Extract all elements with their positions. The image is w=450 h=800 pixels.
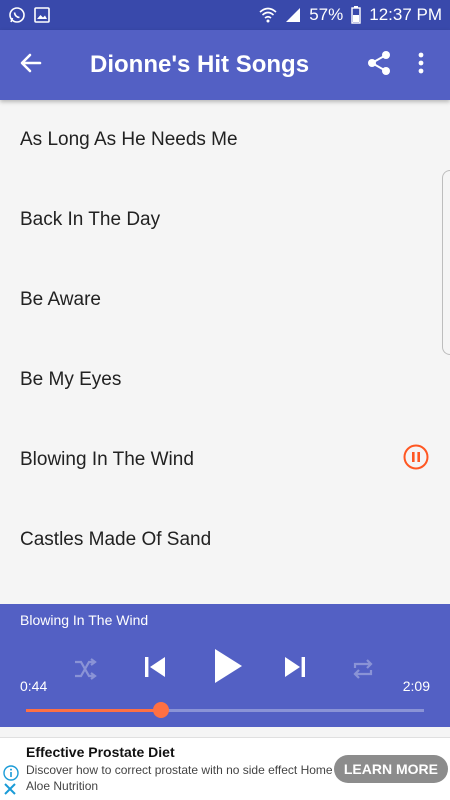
page-title: Dionne's Hit Songs (90, 51, 310, 78)
whatsapp-icon (8, 6, 26, 24)
song-item[interactable]: Be Aware (0, 260, 450, 340)
ad-banner[interactable]: Effective Prostate Diet Discover how to … (0, 737, 450, 800)
song-item[interactable]: Be My Eyes (0, 340, 450, 420)
share-icon (366, 50, 392, 81)
share-button[interactable] (358, 30, 400, 100)
image-icon (34, 7, 50, 23)
song-item[interactable]: Back In The Day (0, 180, 450, 260)
play-icon (213, 648, 243, 689)
previous-icon (143, 655, 167, 684)
battery-percent: 57% (309, 5, 344, 24)
song-item[interactable]: Castles Made Of Sand (0, 500, 450, 580)
back-arrow-icon (20, 52, 42, 79)
song-title: Blowing In The Wind (20, 449, 194, 470)
previous-button[interactable] (138, 652, 172, 686)
back-button[interactable] (0, 30, 62, 100)
seek-bar[interactable] (26, 702, 424, 718)
app-root: 57% 12:37 PM Dionne's Hit Songs As Long … (0, 0, 450, 800)
play-button[interactable] (208, 646, 248, 690)
mini-player: Blowing In The Wind 0:44 2:09 (0, 604, 450, 727)
song-list: As Long As He Needs Me Back In The Day B… (0, 100, 450, 604)
ad-close-icon[interactable] (3, 782, 17, 800)
battery-icon (351, 6, 361, 24)
app-bar: Dionne's Hit Songs (0, 30, 450, 100)
song-title: As Long As He Needs Me (20, 129, 238, 150)
more-options-button[interactable] (400, 30, 442, 100)
total-duration: 2:09 (402, 678, 430, 694)
next-button[interactable] (278, 652, 312, 686)
song-title: Back In The Day (20, 209, 161, 230)
pause-circle-icon[interactable] (403, 444, 429, 476)
more-vert-icon (418, 52, 424, 79)
elapsed-time: 0:44 (20, 678, 48, 694)
status-bar: 57% 12:37 PM (0, 0, 450, 30)
song-item-playing[interactable]: Blowing In The Wind (0, 420, 450, 500)
song-item[interactable] (0, 580, 450, 604)
song-title: Be My Eyes (20, 369, 122, 390)
clock: 12:37 PM (369, 5, 442, 24)
ad-title: Effective Prostate Diet (26, 744, 175, 760)
signal-icon (285, 7, 301, 23)
seek-progress (26, 709, 162, 712)
wifi-icon (259, 7, 277, 23)
shuffle-icon (73, 657, 97, 685)
repeat-icon (351, 658, 375, 685)
player-controls (0, 646, 450, 692)
next-icon (283, 655, 307, 684)
seek-thumb[interactable] (153, 702, 170, 718)
status-left (8, 6, 50, 24)
song-title: Castles Made Of Sand (20, 529, 212, 550)
song-title: Be Aware (20, 289, 101, 310)
ad-description: Discover how to correct prostate with no… (26, 763, 333, 793)
status-right: 57% 12:37 PM (259, 5, 442, 25)
learn-more-button[interactable]: LEARN MORE (333, 755, 448, 783)
shuffle-button[interactable] (70, 656, 100, 686)
repeat-button[interactable] (348, 656, 378, 686)
now-playing-title: Blowing In The Wind (20, 612, 149, 628)
scrollbar-handle[interactable] (442, 170, 450, 355)
song-item[interactable]: As Long As He Needs Me (0, 100, 450, 180)
